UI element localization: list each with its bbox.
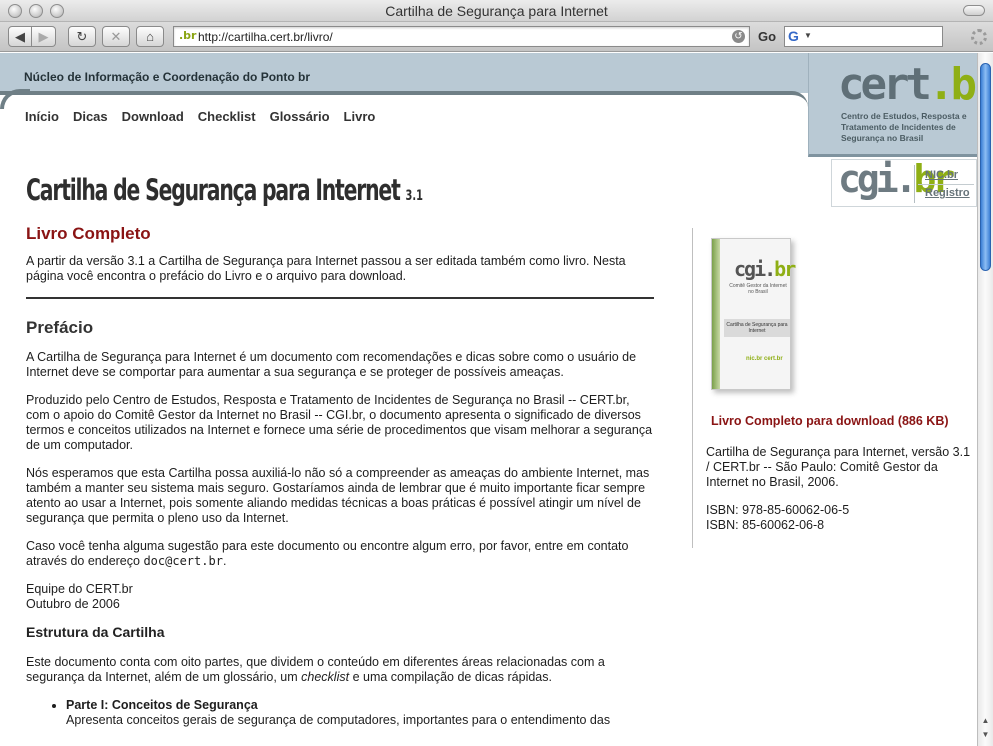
vertical-scrollbar[interactable]: ▲ ▼: [977, 53, 993, 746]
cgi-divider: [914, 165, 915, 203]
url-text[interactable]: http://cartilha.cert.br/livro/: [198, 30, 333, 44]
preface-paragraph-1: A Cartilha de Segurança para Internet é …: [26, 350, 637, 379]
address-bar[interactable]: .br http://cartilha.cert.br/livro/ ↺: [173, 26, 750, 47]
book-cover-image[interactable]: cgi.br Comitê Gestor da Internet no Bras…: [711, 238, 796, 390]
home-button[interactable]: ⌂: [136, 26, 164, 47]
forward-arrow-icon: ▶: [38, 29, 49, 44]
contact-email[interactable]: doc@cert.br: [143, 554, 222, 568]
book-footer-logos: nic.br cert.br: [746, 356, 783, 362]
signature: Equipe do CERT.br Outubro de 2006: [26, 582, 133, 611]
preface-title: Prefácio: [26, 318, 94, 337]
intro-paragraph: A partir da versão 3.1 a Cartilha de Seg…: [26, 254, 626, 283]
cert-subtitle: Centro de Estudos, Resposta e Tratamento…: [841, 111, 967, 143]
book-band: Cartilha de Segurança para Internet: [724, 319, 790, 337]
go-button[interactable]: Go: [758, 29, 776, 44]
stop-icon: ✕: [110, 29, 122, 44]
scroll-thumb[interactable]: [980, 63, 991, 271]
section-divider: [26, 297, 654, 299]
nav-link-inicio[interactable]: Início: [25, 109, 59, 124]
main-nav: Início Dicas Download Checklist Glossári…: [25, 109, 375, 124]
citation: Cartilha de Segurança para Internet, ver…: [706, 445, 971, 489]
scroll-up-arrow-icon[interactable]: ▲: [980, 716, 991, 728]
page-title: Cartilha de Segurança para Internet 3.1: [26, 173, 423, 207]
home-icon: ⌂: [146, 29, 154, 44]
snapback-icon[interactable]: ↺: [732, 30, 745, 43]
preface-paragraph-3: Nós esperamos que esta Cartilha possa au…: [26, 466, 650, 525]
reload-button[interactable]: ↻: [68, 26, 96, 47]
back-arrow-icon: ◀: [15, 29, 25, 44]
org-name: Núcleo de Informação e Coordenação do Po…: [24, 70, 311, 84]
structure-title: Estrutura da Cartilha: [26, 624, 165, 640]
browser-toolbar: ◀ ▶ ↻ ✕ ⌂ .br http://cartilha.cert.br/li…: [0, 22, 993, 52]
list-item: Parte I: Conceitos de SegurançaApresenta…: [66, 698, 656, 728]
cgi-link-divider: [918, 184, 974, 185]
toolbar-toggle-button[interactable]: [963, 5, 985, 16]
nav-link-dicas[interactable]: Dicas: [73, 109, 108, 124]
preface-paragraph-4: Caso você tenha alguma sugestão para est…: [26, 539, 629, 568]
section-title: Livro Completo: [26, 224, 151, 243]
chevron-down-icon[interactable]: ▼: [804, 31, 812, 40]
title-bar: Cartilha de Segurança para Internet: [0, 0, 993, 22]
reload-icon: ↻: [76, 29, 88, 44]
favicon-icon: .br: [179, 29, 197, 42]
download-link[interactable]: Livro Completo para download (886 KB): [711, 414, 949, 428]
scroll-down-arrow-icon[interactable]: ▼: [980, 730, 991, 742]
preface-paragraph-2: Produzido pelo Centro de Estudos, Respos…: [26, 393, 653, 452]
nav-link-glossario[interactable]: Glossário: [270, 109, 330, 124]
nav-link-download[interactable]: Download: [122, 109, 184, 124]
nic-br-link[interactable]: NIC.br: [925, 169, 958, 181]
nav-link-checklist[interactable]: Checklist: [198, 109, 256, 124]
cert-br-logo[interactable]: cert.br: [838, 59, 977, 110]
structure-paragraph: Este documento conta com oito partes, qu…: [26, 655, 605, 684]
window-title: Cartilha de Segurança para Internet: [385, 3, 608, 19]
version-label: 3.1: [405, 188, 423, 204]
book-subtitle: Comitê Gestor da Internet no Brasil: [729, 283, 787, 295]
nav-link-livro[interactable]: Livro: [344, 109, 376, 124]
isbn-block: ISBN: 978-85-60062-06-5 ISBN: 85-60062-06…: [706, 503, 850, 532]
google-icon[interactable]: G: [788, 28, 799, 44]
stop-button[interactable]: ✕: [102, 26, 130, 47]
sidebar-divider: [692, 228, 693, 548]
back-button[interactable]: ◀: [8, 26, 32, 47]
activity-spinner-icon: [971, 29, 987, 45]
search-field[interactable]: G ▼: [784, 26, 943, 47]
main-content: Livro Completo A partir da versão 3.1 a …: [26, 224, 656, 728]
page-viewport: Núcleo de Informação e Coordenação do Po…: [0, 53, 977, 746]
registro-link[interactable]: Registro: [925, 187, 970, 199]
parts-list: Parte I: Conceitos de SegurançaApresenta…: [66, 698, 656, 728]
book-spine: [712, 239, 720, 389]
forward-button[interactable]: ▶: [32, 26, 56, 47]
book-info: Cartilha de Segurança para Internet, ver…: [706, 445, 976, 546]
book-logo: cgi.br: [734, 257, 796, 281]
